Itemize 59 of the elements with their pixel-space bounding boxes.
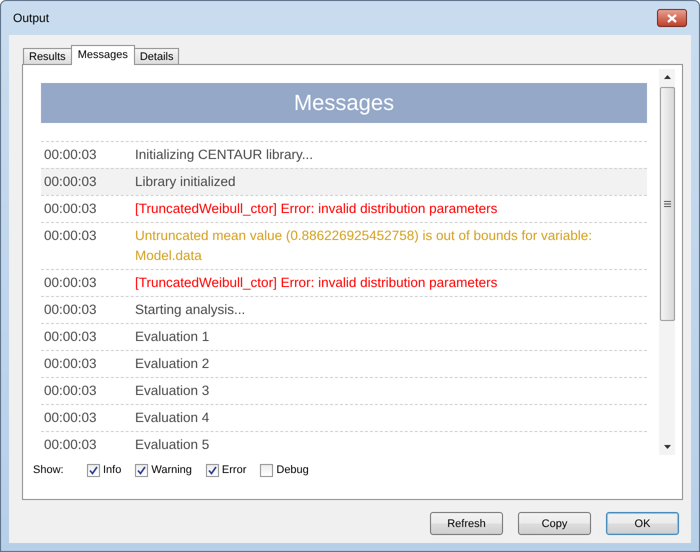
log-time: 00:00:03 (43, 200, 98, 218)
log-row[interactable]: 00:00:03 Evaluation 5 (41, 431, 647, 455)
dialog-button[interactable]: Copy (518, 512, 591, 535)
log-row[interactable]: 00:00:03 Evaluation 1 (41, 323, 647, 350)
checkbox[interactable] (135, 464, 148, 476)
checkbox[interactable] (87, 464, 100, 476)
log-time: 00:00:03 (43, 227, 98, 245)
log-row[interactable]: 00:00:03 Starting analysis... (41, 296, 647, 323)
log-message: Evaluation 5 (135, 436, 210, 454)
filter-checkbox[interactable]: Error (206, 464, 246, 476)
log-time: 00:00:03 (43, 274, 98, 292)
dialog-button[interactable]: Refresh (430, 512, 503, 535)
filter-checkbox[interactable]: Warning (135, 464, 192, 476)
log-row[interactable]: 00:00:03 Library initialized (41, 168, 647, 195)
log-message: Evaluation 1 (135, 328, 210, 346)
checkbox[interactable] (206, 464, 219, 476)
filter-checkbox[interactable]: Info (87, 464, 122, 476)
log-time: 00:00:03 (43, 382, 98, 400)
checkmark-icon (89, 466, 98, 474)
tab[interactable]: Details (134, 48, 180, 64)
log-message: [TruncatedWeibull_ctor] Error: invalid distribution parameters (135, 274, 498, 292)
log-message: [TruncatedWeibull_ctor] Error: invalid distribution parameters (135, 200, 498, 218)
filter-checkbox[interactable]: Debug (260, 464, 309, 476)
log-message: Evaluation 2 (135, 355, 210, 373)
up-arrow-icon (664, 75, 670, 79)
log-row[interactable]: 00:00:03 Untruncated mean value (0.886226925452758) is out of bounds for variable: Model.data (41, 222, 647, 269)
scroll-thumb[interactable] (660, 87, 674, 321)
log-time: 00:00:03 (43, 328, 98, 346)
dialog-button[interactable]: OK (606, 512, 679, 535)
log-row[interactable]: 00:00:03 Evaluation 2 (41, 350, 647, 377)
window-title: Output (13, 11, 50, 25)
log-message: Library initialized (135, 173, 237, 191)
log-message: Starting analysis... (135, 301, 246, 319)
log-message: Untruncated mean value (0.886226925452758) is out of bounds for variable: Model.data (135, 227, 594, 265)
checkmark-icon (137, 466, 146, 474)
log-row[interactable]: 00:00:03 [TruncatedWeibull_ctor] Error: invalid distribution parameters (41, 195, 647, 222)
tab[interactable]: Messages (70, 45, 135, 65)
log-time: 00:00:03 (43, 173, 98, 191)
log-message: Evaluation 3 (135, 382, 210, 400)
checkbox[interactable] (260, 464, 274, 476)
log-time: 00:00:03 (43, 409, 98, 427)
scrollbar[interactable] (659, 69, 675, 455)
log-time: 00:00:03 (43, 436, 98, 454)
grip-icon (664, 201, 670, 207)
close-button[interactable] (657, 9, 687, 27)
show-label: Show: (33, 464, 65, 476)
log-row[interactable]: 00:00:03 Evaluation 4 (41, 404, 647, 431)
tab[interactable]: Results (23, 48, 72, 64)
log-row[interactable]: 00:00:03 Evaluation 3 (41, 377, 647, 404)
log-time: 00:00:03 (43, 301, 98, 319)
log-time: 00:00:03 (43, 355, 98, 373)
log-row[interactable]: 00:00:03 [TruncatedWeibull_ctor] Error: invalid distribution parameters (41, 269, 647, 296)
log-message: Initializing CENTAUR library... (135, 146, 314, 164)
messages-heading: Messages (41, 83, 647, 123)
down-arrow-icon (664, 445, 670, 449)
log-message: Evaluation 4 (135, 409, 210, 427)
checkmark-icon (208, 466, 217, 474)
close-icon (667, 14, 677, 22)
log-time: 00:00:03 (43, 146, 98, 164)
